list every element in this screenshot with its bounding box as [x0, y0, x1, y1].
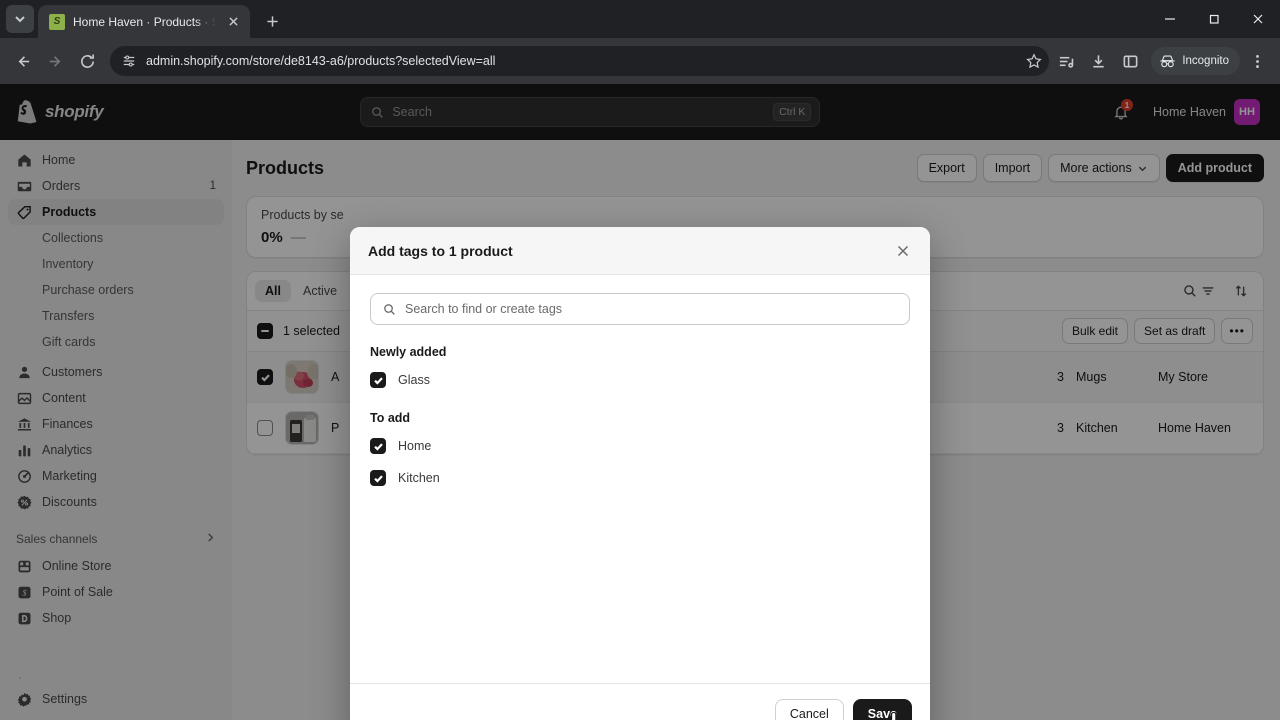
browser-menu-icon[interactable]	[1242, 46, 1272, 76]
browser-window: S Home Haven · Products · Shopi	[0, 0, 1280, 720]
shopify-favicon-icon: S	[49, 13, 65, 30]
tag-label: Kitchen	[398, 471, 440, 485]
incognito-label: Incognito	[1182, 55, 1229, 67]
check-icon	[373, 474, 383, 483]
back-icon[interactable]	[8, 46, 38, 76]
downloads-icon[interactable]	[1083, 46, 1113, 76]
new-tab-icon[interactable]	[258, 7, 286, 35]
tag-option[interactable]: Kitchen	[370, 465, 910, 491]
close-icon[interactable]	[890, 238, 916, 264]
tag-checkbox[interactable]	[370, 372, 386, 388]
tab-search-chevron-icon[interactable]	[6, 5, 34, 33]
modal-footer: Cancel Save	[350, 683, 930, 720]
side-panel-icon[interactable]	[1115, 46, 1145, 76]
tab-title: Home Haven · Products · Shopi	[73, 14, 216, 29]
browser-titlebar: S Home Haven · Products · Shopi	[0, 0, 1280, 38]
save-button[interactable]: Save	[852, 698, 912, 720]
close-window-icon[interactable]	[1236, 3, 1280, 35]
reading-list-icon[interactable]	[1051, 46, 1081, 76]
site-settings-icon	[123, 55, 135, 67]
browser-toolbar: admin.shopify.com/store/de8143-a6/produc…	[0, 38, 1280, 84]
tag-option[interactable]: Home	[370, 433, 910, 459]
tag-label: Home	[398, 439, 432, 453]
tag-group-to-add: To add Home Kitchen	[370, 411, 910, 491]
incognito-badge[interactable]: Incognito	[1151, 47, 1240, 75]
close-tab-icon[interactable]	[224, 13, 242, 31]
tag-group-title: Newly added	[370, 345, 447, 359]
tag-group-title: To add	[370, 411, 411, 425]
forward-icon[interactable]	[40, 46, 70, 76]
tag-option[interactable]: Glass	[370, 367, 910, 393]
cancel-button[interactable]: Cancel	[774, 698, 844, 720]
tag-group-newly-added: Newly added Glass	[370, 345, 910, 393]
modal-header: Add tags to 1 product	[350, 227, 930, 275]
address-bar[interactable]: admin.shopify.com/store/de8143-a6/produc…	[110, 46, 1050, 76]
modal-body: Search to find or create tags Newly adde…	[350, 275, 930, 683]
url-text: admin.shopify.com/store/de8143-a6/produc…	[146, 54, 496, 68]
add-tags-modal: Add tags to 1 product Search to find or …	[350, 227, 930, 720]
check-icon	[373, 442, 383, 451]
tag-search-placeholder: Search to find or create tags	[405, 302, 563, 316]
tag-checkbox[interactable]	[370, 438, 386, 454]
bookmark-star-icon[interactable]	[1019, 46, 1049, 76]
modal-title: Add tags to 1 product	[368, 242, 513, 259]
incognito-icon	[1160, 54, 1175, 67]
window-controls	[1148, 0, 1280, 38]
reload-icon[interactable]	[72, 46, 102, 76]
tag-checkbox[interactable]	[370, 470, 386, 486]
tag-label: Glass	[398, 373, 430, 387]
shopify-admin: shopify Search Ctrl K 1 Home Haven HH Ho…	[0, 84, 1280, 720]
check-icon	[373, 376, 383, 385]
tag-search-input[interactable]: Search to find or create tags	[370, 293, 910, 325]
maximize-icon[interactable]	[1192, 3, 1236, 35]
search-icon	[384, 303, 395, 315]
browser-tab[interactable]: S Home Haven · Products · Shopi	[38, 5, 250, 38]
minimize-icon[interactable]	[1148, 3, 1192, 35]
favicon-letter: S	[53, 15, 61, 27]
tab-strip: S Home Haven · Products · Shopi	[0, 0, 1148, 38]
